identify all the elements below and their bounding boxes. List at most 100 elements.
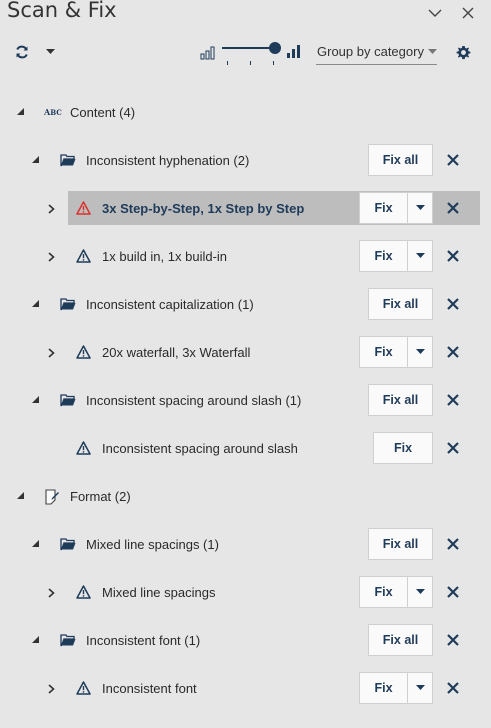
group-row-slash-spacing[interactable]: Inconsistent spacing around slash (1) Fi… <box>0 384 491 418</box>
folder-open-icon <box>60 538 76 551</box>
category-row-format[interactable]: Format (2) <box>0 480 491 514</box>
caret-down-icon <box>415 205 425 210</box>
dismiss-button[interactable] <box>445 680 461 696</box>
slider-tick <box>273 61 274 65</box>
fix-split-button[interactable]: Fix <box>359 672 433 704</box>
group-by-value: Group by category <box>317 44 424 59</box>
issue-label: 1x build in, 1x build-in <box>102 249 228 264</box>
group-label: Inconsistent font (1) <box>86 633 201 648</box>
close-icon <box>447 538 459 550</box>
dismiss-button[interactable] <box>445 296 461 312</box>
dismiss-button[interactable] <box>445 152 461 168</box>
expanded-icon <box>17 492 24 499</box>
dismiss-button[interactable] <box>445 536 461 552</box>
fix-split-button[interactable]: Fix <box>359 576 433 608</box>
issue-row[interactable]: 3x Step-by-Step, 1x Step by Step Fix <box>0 191 491 226</box>
settings-button[interactable] <box>455 44 471 60</box>
dismiss-button[interactable] <box>445 344 461 360</box>
close-icon <box>462 7 474 19</box>
gear-icon <box>456 45 470 59</box>
error-warning-icon <box>76 201 91 215</box>
issue-label: Mixed line spacings <box>102 585 216 600</box>
expanded-icon <box>32 300 39 307</box>
fix-button[interactable]: Fix <box>360 337 408 367</box>
issue-row[interactable]: 1x build in, 1x build-in Fix <box>0 240 491 274</box>
group-by-select[interactable]: Group by category <box>316 40 437 65</box>
group-row-font[interactable]: Inconsistent font (1) Fix all <box>0 624 491 658</box>
issue-row[interactable]: Mixed line spacings Fix <box>0 576 491 610</box>
fix-split-button[interactable]: Fix <box>359 336 433 368</box>
close-icon <box>447 298 459 310</box>
group-row-hyphenation[interactable]: Inconsistent hyphenation (2) Fix all <box>0 144 491 178</box>
category-label: Format (2) <box>70 489 131 504</box>
fix-button[interactable]: Fix <box>360 577 408 607</box>
folder-open-icon <box>60 298 76 311</box>
group-row-capitalization[interactable]: Inconsistent capitalization (1) Fix all <box>0 288 491 322</box>
close-icon <box>447 202 459 214</box>
issue-row[interactable]: 20x waterfall, 3x Waterfall Fix <box>0 336 491 370</box>
chevron-right-icon <box>48 252 55 262</box>
refresh-dropdown[interactable] <box>44 47 56 57</box>
dismiss-button[interactable] <box>445 200 461 216</box>
issue-row[interactable]: Inconsistent font Fix <box>0 672 491 706</box>
fix-button[interactable]: Fix <box>373 432 433 464</box>
expanded-icon <box>17 108 24 115</box>
caret-down-icon <box>415 253 425 258</box>
format-page-icon <box>45 489 59 505</box>
fix-all-button[interactable]: Fix all <box>368 144 433 176</box>
group-label: Mixed line spacings (1) <box>86 537 219 552</box>
high-sensitivity-icon <box>286 43 302 59</box>
caret-down-icon <box>415 349 425 354</box>
fix-options-button[interactable] <box>408 337 432 367</box>
fix-button[interactable]: Fix <box>360 241 408 271</box>
chevron-right-icon <box>48 204 55 214</box>
refresh-button[interactable] <box>14 44 30 60</box>
close-icon <box>447 442 459 454</box>
dismiss-button[interactable] <box>445 632 461 648</box>
issue-label: Inconsistent font <box>102 681 197 696</box>
fix-options-button[interactable] <box>408 241 432 271</box>
fix-all-button[interactable]: Fix all <box>368 624 433 656</box>
close-icon <box>447 394 459 406</box>
dismiss-button[interactable] <box>445 440 461 456</box>
slider-tick <box>227 61 228 65</box>
category-label: Content (4) <box>70 105 136 120</box>
chevron-right-icon <box>48 684 55 694</box>
fix-all-button[interactable]: Fix all <box>368 528 433 560</box>
issue-label: 20x waterfall, 3x Waterfall <box>102 345 251 360</box>
dismiss-button[interactable] <box>445 584 461 600</box>
fix-options-button[interactable] <box>408 577 432 607</box>
close-icon <box>447 346 459 358</box>
refresh-icon <box>16 45 28 59</box>
fix-all-button[interactable]: Fix all <box>368 288 433 320</box>
caret-down-icon <box>415 685 425 690</box>
fix-button[interactable]: Fix <box>360 193 408 223</box>
chevron-right-icon <box>48 588 55 598</box>
fix-split-button[interactable]: Fix <box>359 192 433 224</box>
warning-icon <box>76 345 91 359</box>
chevron-right-icon <box>48 348 55 358</box>
dismiss-button[interactable] <box>445 248 461 264</box>
dismiss-button[interactable] <box>445 392 461 408</box>
warning-icon <box>76 681 91 695</box>
group-row-line-spacings[interactable]: Mixed line spacings (1) Fix all <box>0 528 491 562</box>
fix-all-button[interactable]: Fix all <box>368 384 433 416</box>
folder-open-icon <box>60 154 76 167</box>
slider-thumb[interactable] <box>269 42 281 54</box>
panel-title: Scan & Fix <box>7 0 117 22</box>
chevron-down-icon <box>428 9 442 17</box>
collapse-button[interactable] <box>426 4 444 22</box>
group-label: Inconsistent capitalization (1) <box>86 297 254 312</box>
close-button[interactable] <box>459 4 477 22</box>
text-category-icon: ABC <box>44 107 62 117</box>
folder-open-icon <box>60 634 76 647</box>
fix-options-button[interactable] <box>408 193 432 223</box>
slider-tick <box>250 61 251 65</box>
issue-row[interactable]: Inconsistent spacing around slash Fix <box>0 432 491 466</box>
category-row-content[interactable]: ABC Content (4) <box>0 96 491 130</box>
folder-open-icon <box>60 394 76 407</box>
fix-split-button[interactable]: Fix <box>359 240 433 272</box>
fix-button[interactable]: Fix <box>360 673 408 703</box>
fix-options-button[interactable] <box>408 673 432 703</box>
close-icon <box>447 682 459 694</box>
